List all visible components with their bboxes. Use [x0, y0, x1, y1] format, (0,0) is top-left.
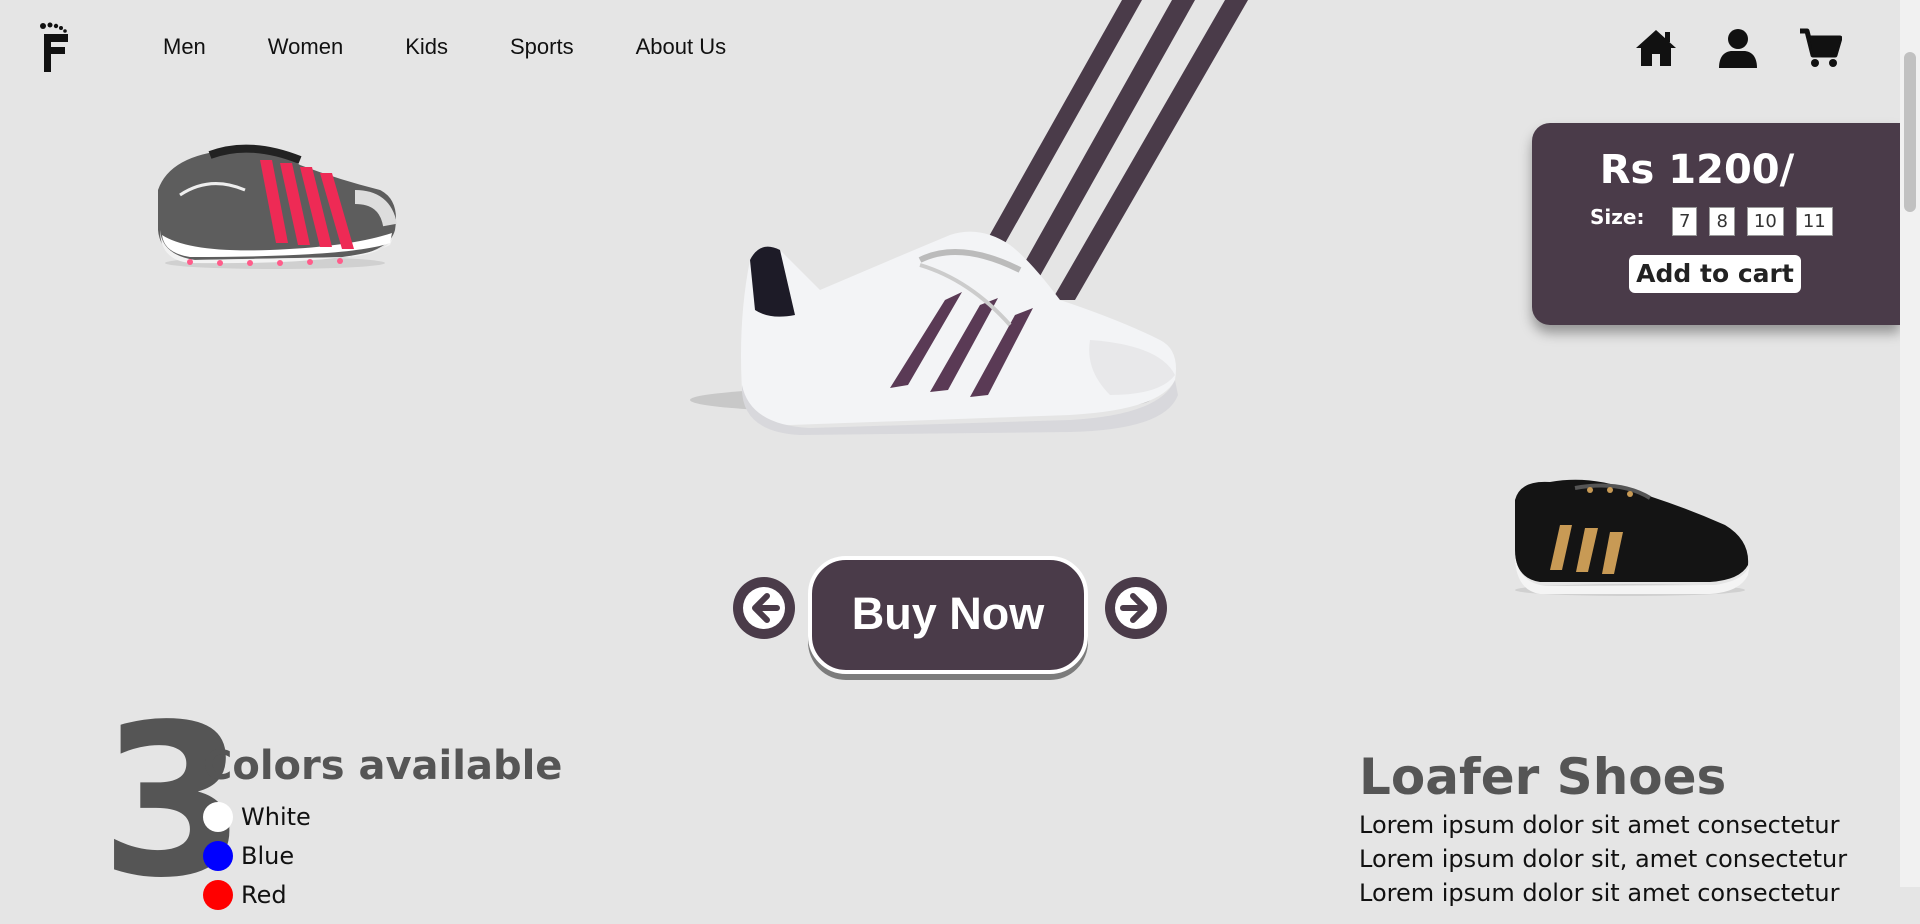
- previous-button[interactable]: [733, 577, 795, 639]
- scrollbar-thumb[interactable]: [1904, 52, 1916, 212]
- nav-kids[interactable]: Kids: [405, 34, 448, 60]
- arrow-left-icon: [743, 587, 785, 629]
- color-swatch-blue: [203, 840, 233, 871]
- color-name: Red: [241, 880, 287, 909]
- color-name: Blue: [241, 841, 295, 870]
- product-description: Lorem ipsum dolor sit amet consectetur L…: [1359, 808, 1847, 910]
- user-icon[interactable]: [1716, 28, 1760, 68]
- color-swatch-red: [203, 879, 233, 910]
- brand-logo[interactable]: [38, 22, 72, 74]
- description-line: Lorem ipsum dolor sit amet consectetur: [1359, 879, 1840, 907]
- product-thumbnail-right[interactable]: [1510, 470, 1755, 600]
- next-button[interactable]: [1105, 577, 1167, 639]
- product-price: Rs 1200/: [1599, 147, 1795, 193]
- size-option-10[interactable]: 10: [1746, 207, 1784, 236]
- main-nav: Men Women Kids Sports About Us: [163, 34, 772, 60]
- description-line: Lorem ipsum dolor sit, amet consectetur: [1359, 845, 1848, 873]
- nav-about-us[interactable]: About Us: [636, 34, 727, 60]
- page-scrollbar[interactable]: [1900, 0, 1920, 887]
- home-icon[interactable]: [1634, 28, 1678, 68]
- size-option-11[interactable]: 11: [1795, 207, 1833, 236]
- size-option-7[interactable]: 7: [1672, 207, 1698, 236]
- colors-title: Colors available: [203, 743, 563, 789]
- color-option-blue[interactable]: Blue: [203, 836, 311, 875]
- size-options: 7 8 10 11: [1672, 207, 1833, 236]
- color-list: White Blue Red: [203, 797, 311, 914]
- size-option-8[interactable]: 8: [1709, 207, 1735, 236]
- product-title: Loafer Shoes: [1359, 748, 1727, 806]
- color-option-red[interactable]: Red: [203, 875, 311, 914]
- product-thumbnail-left[interactable]: [150, 135, 405, 275]
- cart-icon[interactable]: [1798, 28, 1843, 68]
- arrow-right-icon: [1115, 587, 1157, 629]
- nav-sports[interactable]: Sports: [510, 34, 574, 60]
- product-price-card: Rs 1200/ Size: 7 8 10 11 Add to cart: [1532, 123, 1900, 325]
- color-name: White: [241, 802, 311, 831]
- color-option-white[interactable]: White: [203, 797, 311, 836]
- product-image-main: [690, 231, 1178, 435]
- description-line: Lorem ipsum dolor sit amet consectetur: [1359, 811, 1840, 839]
- nav-men[interactable]: Men: [163, 34, 206, 60]
- buy-now-button[interactable]: Buy Now: [808, 556, 1088, 674]
- header-icons: [1634, 28, 1843, 68]
- nav-women[interactable]: Women: [268, 34, 343, 60]
- color-swatch-white: [203, 801, 233, 832]
- size-label: Size:: [1590, 205, 1645, 229]
- add-to-cart-button[interactable]: Add to cart: [1629, 255, 1801, 293]
